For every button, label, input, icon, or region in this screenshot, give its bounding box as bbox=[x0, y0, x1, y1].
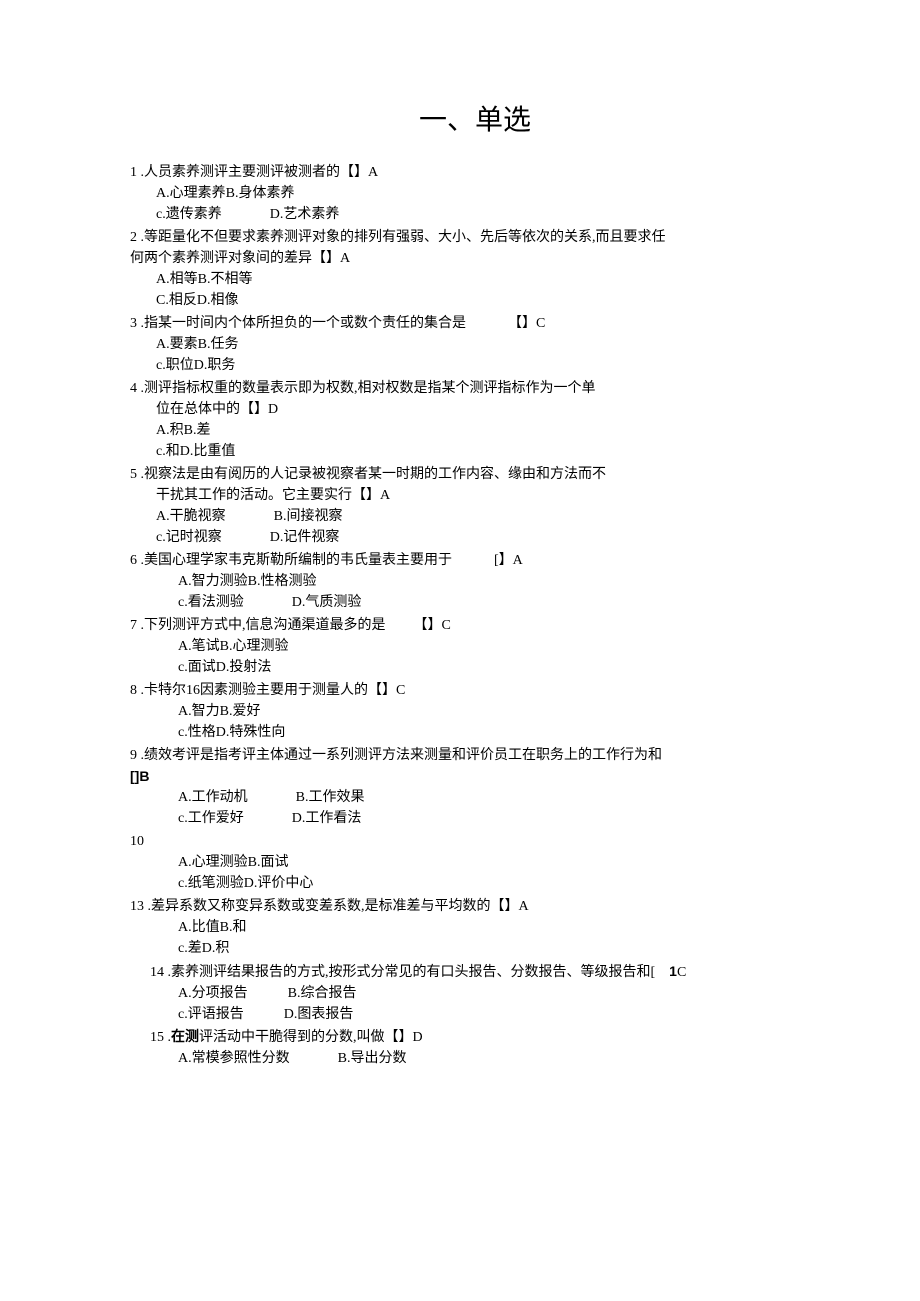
q13-options-ab: A.比值B.和 bbox=[178, 917, 820, 938]
q3-options-cd: c.职位D.职务 bbox=[156, 355, 820, 376]
q15-options-ab: A.常模参照性分数 B.导出分数 bbox=[178, 1048, 820, 1069]
q5-options-cd: c.记时视察 D.记件视察 bbox=[156, 527, 820, 548]
q15-stem: 15 .在测评活动中干脆得到的分数,叫做【】D bbox=[150, 1027, 820, 1048]
q8-options-cd: c.性格D.特殊性向 bbox=[178, 722, 820, 743]
q4-stem-line1: 4 .测评指标权重的数量表示即为权数,相对权数是指某个测评指标作为一个单 bbox=[130, 378, 820, 399]
q7-stem: 7 .下列测评方式中,信息沟通渠道最多的是 【】C bbox=[130, 615, 820, 636]
q1-option-d: D.艺术素养 bbox=[270, 207, 340, 222]
q14-stem-pre: 14 .素养测评结果报告的方式,按形式分常见的有口头报告、分数报告、等级报告和[ bbox=[150, 965, 669, 980]
section-title: 一、单选 bbox=[130, 100, 820, 142]
question-7: 7 .下列测评方式中,信息沟通渠道最多的是 【】C A.笔试B.心理测验 c.面… bbox=[130, 615, 820, 678]
question-13: 13 .差异系数又称变异系数或变差系数,是标准差与平均数的【】A A.比值B.和… bbox=[130, 896, 820, 959]
q4-stem-line2: 位在总体中的【】D bbox=[156, 399, 820, 420]
q15-stem-bold: 在测 bbox=[171, 1030, 199, 1045]
q13-options-cd: c.差D.积 bbox=[178, 938, 820, 959]
q2-stem-line1: 2 .等距量化不但要求素养测评对象的排列有强弱、大小、先后等依次的关系,而且要求… bbox=[130, 227, 820, 248]
q15-stem-pre: 15 . bbox=[150, 1030, 171, 1045]
q14-option-a: A.分项报告 bbox=[178, 986, 248, 1001]
q9-options-ab: A.工作动机 B.工作效果 bbox=[178, 787, 820, 808]
q15-option-b: B.导出分数 bbox=[338, 1051, 407, 1066]
q15-option-a: A.常模参照性分数 bbox=[178, 1051, 290, 1066]
q14-stem: 14 .素养测评结果报告的方式,按形式分常见的有口头报告、分数报告、等级报告和[… bbox=[150, 961, 820, 983]
q1-stem: 1 .人员素养测评主要测评被测者的【】A bbox=[130, 162, 820, 183]
q5-option-d: D.记件视察 bbox=[270, 530, 340, 545]
q10-stem: 10 bbox=[130, 831, 820, 852]
question-6: 6 .美国心理学家韦克斯勒所编制的韦氏量表主要用于 [】A A.智力测验B.性格… bbox=[130, 550, 820, 613]
q9-options-cd: c.工作爱好 D.工作看法 bbox=[178, 808, 820, 829]
question-14: 14 .素养测评结果报告的方式,按形式分常见的有口头报告、分数报告、等级报告和[… bbox=[130, 961, 820, 1025]
q1-option-c: c.遗传素养 bbox=[156, 207, 222, 222]
question-4: 4 .测评指标权重的数量表示即为权数,相对权数是指某个测评指标作为一个单 位在总… bbox=[130, 378, 820, 462]
q14-options-cd: c.评语报告 D.图表报告 bbox=[178, 1004, 820, 1025]
q1-options-cd: c.遗传素养 D.艺术素养 bbox=[156, 204, 820, 225]
q2-options-ab: A.相等B.不相等 bbox=[156, 269, 820, 290]
q4-options-cd: c.和D.比重值 bbox=[156, 441, 820, 462]
q14-stem-post: C bbox=[677, 965, 686, 980]
q14-stem-bold: 1 bbox=[669, 963, 677, 979]
question-2: 2 .等距量化不但要求素养测评对象的排列有强弱、大小、先后等依次的关系,而且要求… bbox=[130, 227, 820, 311]
q9-option-a: A.工作动机 bbox=[178, 790, 248, 805]
q10-options-cd: c.纸笔测验D.评价中心 bbox=[178, 873, 820, 894]
q9-stem: 9 .绩效考评是指考评主体通过一系列测评方法来测量和评价员工在职务上的工作行为和 bbox=[130, 745, 820, 766]
q6-options-ab: A.智力测验B.性格测验 bbox=[178, 571, 820, 592]
q9-option-c: c.工作爱好 bbox=[178, 811, 244, 826]
q1-options-ab: A.心理素养B.身体素养 bbox=[156, 183, 820, 204]
q5-stem-line2: 干扰其工作的活动。它主要实行【】A bbox=[156, 485, 820, 506]
q7-options-ab: A.笔试B.心理测验 bbox=[178, 636, 820, 657]
question-9: 9 .绩效考评是指考评主体通过一系列测评方法来测量和评价员工在职务上的工作行为和… bbox=[130, 745, 820, 829]
q14-options-ab: A.分项报告 B.综合报告 bbox=[178, 983, 820, 1004]
q10-options-ab: A.心理测验B.面试 bbox=[178, 852, 820, 873]
q7-options-cd: c.面试D.投射法 bbox=[178, 657, 820, 678]
question-3: 3 .指某一时间内个体所担负的一个或数个责任的集合是 【】C A.要素B.任务 … bbox=[130, 313, 820, 376]
q6-stem: 6 .美国心理学家韦克斯勒所编制的韦氏量表主要用于 [】A bbox=[130, 550, 820, 571]
q6-options-cd: c.看法测验 D.气质测验 bbox=[178, 592, 820, 613]
question-8: 8 .卡特尔16因素测验主要用于测量人的【】C A.智力B.爱好 c.性格D.特… bbox=[130, 680, 820, 743]
q8-stem: 8 .卡特尔16因素测验主要用于测量人的【】C bbox=[130, 680, 820, 701]
q15-stem-post: 评活动中干脆得到的分数,叫做【】D bbox=[199, 1030, 423, 1045]
q3-options-ab: A.要素B.任务 bbox=[156, 334, 820, 355]
q2-options-cd: C.相反D.相像 bbox=[156, 290, 820, 311]
q9-option-b: B.工作效果 bbox=[296, 790, 365, 805]
q9-option-d: D.工作看法 bbox=[292, 811, 362, 826]
question-1: 1 .人员素养测评主要测评被测者的【】A A.心理素养B.身体素养 c.遗传素养… bbox=[130, 162, 820, 225]
q14-option-d: D.图表报告 bbox=[284, 1007, 354, 1022]
q5-option-b: B.间接视察 bbox=[274, 509, 343, 524]
q3-stem: 3 .指某一时间内个体所担负的一个或数个责任的集合是 【】C bbox=[130, 313, 820, 334]
q6-option-c: c.看法测验 bbox=[178, 595, 244, 610]
q8-options-ab: A.智力B.爱好 bbox=[178, 701, 820, 722]
q6-option-d: D.气质测验 bbox=[292, 595, 362, 610]
q5-option-c: c.记时视察 bbox=[156, 530, 222, 545]
q4-options-ab: A.积B.差 bbox=[156, 420, 820, 441]
q14-option-c: c.评语报告 bbox=[178, 1007, 244, 1022]
question-5: 5 .视察法是由有阅历的人记录被视察者某一时期的工作内容、缘由和方法而不 干扰其… bbox=[130, 464, 820, 548]
q5-stem-line1: 5 .视察法是由有阅历的人记录被视察者某一时期的工作内容、缘由和方法而不 bbox=[130, 464, 820, 485]
q13-stem: 13 .差异系数又称变异系数或变差系数,是标准差与平均数的【】A bbox=[130, 896, 820, 917]
q9-bracket: []B bbox=[130, 766, 820, 787]
question-10: 10 A.心理测验B.面试 c.纸笔测验D.评价中心 bbox=[130, 831, 820, 894]
q5-options-ab: A.干脆视察 B.间接视察 bbox=[156, 506, 820, 527]
q14-option-b: B.综合报告 bbox=[288, 986, 357, 1001]
question-15: 15 .在测评活动中干脆得到的分数,叫做【】D A.常模参照性分数 B.导出分数 bbox=[130, 1027, 820, 1069]
q2-stem-line2: 何两个素养测评对象间的差异【】A bbox=[130, 248, 820, 269]
q5-option-a: A.干脆视察 bbox=[156, 509, 226, 524]
